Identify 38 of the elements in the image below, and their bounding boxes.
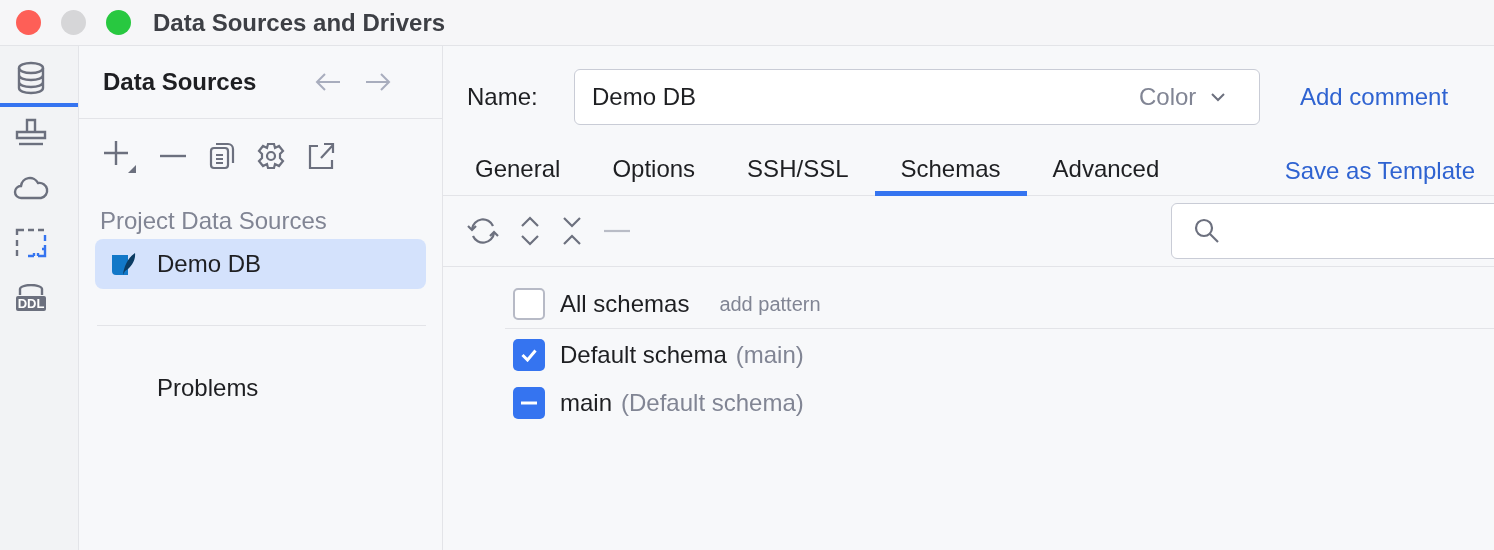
add-comment-link[interactable]: Add comment (1300, 82, 1449, 111)
problems-label[interactable]: Problems (95, 326, 259, 402)
tab[interactable]: Advanced (1026, 147, 1186, 196)
database-icon (16, 60, 46, 95)
frame-icon (15, 226, 47, 259)
schema-label: Default schema (560, 341, 727, 369)
chevron-down-icon (1210, 92, 1227, 102)
close-button[interactable] (16, 10, 41, 35)
name-label: Name: (467, 82, 539, 111)
window-title: Data Sources and Drivers (153, 8, 446, 37)
add-icon[interactable] (103, 139, 137, 173)
tool-strip-tab[interactable]: DDL (0, 272, 78, 327)
expand-icon[interactable] (519, 216, 541, 246)
save-as-template-link[interactable]: Save as Template (1284, 147, 1475, 195)
checkbox[interactable] (513, 387, 545, 419)
schema-label: All schemas (560, 290, 690, 318)
schema-note: (Default schema) (621, 389, 804, 417)
checkbox[interactable] (513, 288, 545, 320)
data-source-item[interactable]: Demo DB (95, 239, 426, 289)
settings-icon[interactable] (257, 142, 285, 170)
checkbox[interactable] (513, 339, 545, 371)
collapse-icon[interactable] (561, 216, 583, 246)
search-field[interactable] (1171, 203, 1494, 259)
refresh-icon[interactable] (467, 217, 499, 245)
search-icon (1194, 218, 1220, 244)
group-heading: Project Data Sources (99, 206, 328, 236)
tab[interactable]: Options (586, 147, 722, 196)
feather-icon (111, 251, 137, 277)
schema-label: main (560, 389, 613, 417)
schema-note: (main) (735, 341, 804, 369)
open-external-icon[interactable] (307, 142, 335, 170)
cloud-icon (13, 174, 49, 201)
panel-title: Data Sources (103, 68, 257, 96)
color-dropdown[interactable]: Color (1133, 74, 1233, 120)
copy-icon[interactable] (209, 142, 235, 170)
tab[interactable]: General (449, 147, 587, 196)
tab[interactable]: SSH/SSL (721, 147, 875, 196)
tab[interactable]: Schemas (874, 147, 1027, 196)
